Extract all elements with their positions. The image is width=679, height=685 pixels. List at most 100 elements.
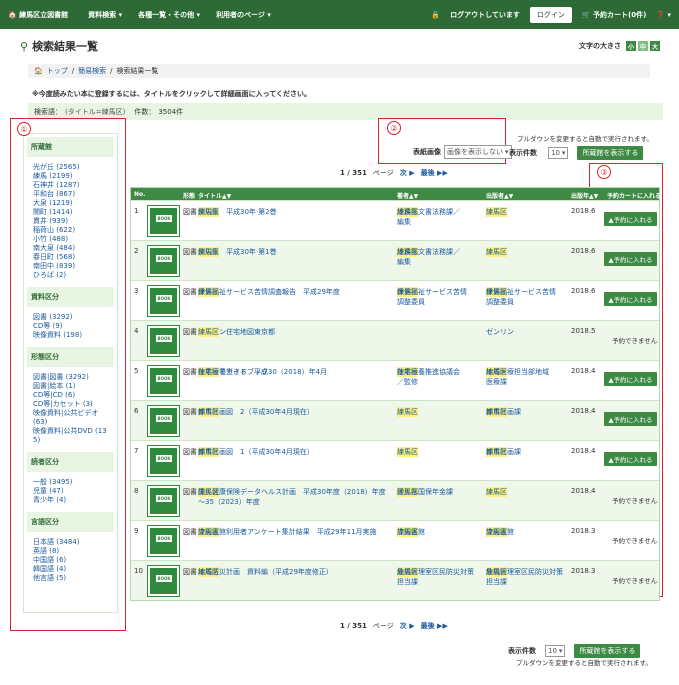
font-size-medium-button[interactable]: 中 — [638, 41, 648, 51]
title-text: 保健福祉サービス苦情調査報告 平成29年度 — [198, 288, 340, 296]
home-icon: 🏠 — [34, 67, 43, 75]
font-size-label: 文字の大きさ — [579, 42, 621, 50]
font-size-large-button[interactable]: 大 — [650, 41, 660, 51]
material-form: 図書 — [183, 408, 197, 416]
pulldown-note-bottom: プルダウンを変更すると自動で実行されます。 — [516, 659, 652, 667]
cover-image-select[interactable]: 画像を表示しない ▾ — [444, 145, 512, 159]
table-row: 3 BOOK 図書 練馬区 保健福祉サービス苦情調査報告 平成29年度 練馬区 保健福祉… — [131, 280, 659, 320]
font-size-small-button[interactable]: 小 — [626, 41, 636, 51]
author-text: 区民部国保年金課 — [397, 488, 453, 496]
display-count-select[interactable]: 10 ▾ — [545, 645, 566, 657]
chevron-down-icon: ▾ — [505, 148, 509, 156]
title-text: 都市計画図 1（平成30年4月現在） — [198, 448, 314, 456]
show-holdings-button[interactable]: 所蔵館を表示する — [574, 644, 641, 658]
last-page-link[interactable]: 最後 ▶▶ — [421, 168, 448, 178]
chevron-down-icon: ▾ — [558, 647, 563, 655]
book-cover-label: BOOK — [156, 335, 172, 342]
publication-year: 2018.6 — [571, 207, 596, 215]
publication-year: 2018.4 — [571, 407, 596, 415]
not-reservable-label: 予約できません — [612, 337, 658, 345]
publisher-text: 保健福祉サービス苦情 — [486, 288, 556, 296]
add-to-reserve-button[interactable]: ▲予約に入れる — [604, 412, 657, 426]
author-text: 在宅療養推進協議会 — [397, 368, 460, 376]
next-page-link[interactable]: 次 ▶ — [400, 621, 415, 631]
table-row: 2 BOOK 図書 練馬区 例規集 平成30年 第1巻 練馬区 総務部文書法務課／ 編集練… — [131, 240, 659, 280]
display-count-label: 表示件数 — [508, 647, 536, 655]
breadcrumb-simple-search[interactable]: 簡易検索 — [78, 66, 106, 76]
row-number: 5 — [134, 367, 139, 375]
book-cover-image: BOOK — [147, 285, 180, 317]
breadcrumb-top[interactable]: トップ — [47, 66, 68, 76]
publisher-second-line: 医療課 — [486, 378, 507, 386]
help-menu[interactable]: ❓ ▾ — [656, 11, 671, 19]
row-number: 8 — [134, 487, 139, 495]
publication-year: 2018.4 — [571, 447, 596, 455]
material-form: 図書 — [183, 568, 197, 576]
author-text: 保健福祉サービス苦情 — [397, 288, 467, 296]
row-number: 1 — [134, 207, 139, 215]
author-text: 危機管理室区民防災対策 — [397, 568, 474, 576]
row-number: 7 — [134, 447, 139, 455]
title-text: 国民健康保険データヘルス計画 平成30年度（2018）年度 — [198, 488, 386, 496]
not-reservable-label: 予約できません — [612, 497, 658, 505]
favorites-notice: ※今度読みたい本に登録するには、タイトルをクリックして詳細画面に入ってください。 — [32, 90, 312, 98]
author-highlight: 練馬区 — [397, 407, 418, 417]
table-row: 4 BOOK 図書 ゼンリン住宅地図東京都 練馬区 ゼンリン 2018.5 予約できません — [131, 320, 659, 360]
last-page-link[interactable]: 最後 ▶▶ — [421, 621, 448, 631]
publisher-second-line: 調整委員 — [486, 298, 514, 306]
pager-bottom: 1 / 351 ページ 次 ▶ 最後 ▶▶ — [340, 621, 448, 631]
next-page-link[interactable]: 次 ▶ — [400, 168, 415, 178]
author-text: 総務部文書法務課／ — [397, 208, 460, 216]
table-row: 10 BOOK 図書 練馬区 地域防災計画 資料編（平成29年度修正） 練馬区 危機管理… — [131, 560, 659, 600]
book-cover-label: BOOK — [156, 215, 172, 222]
count-label: 件数： — [134, 107, 156, 116]
not-reservable-label: 予約できません — [612, 537, 658, 545]
display-count-select[interactable]: 10 ▾ — [548, 147, 569, 159]
table-header: No. 形態 タイトル▲▼ 著者▲▼ 出版者▲▼ 出版年▲▼ 予約カートに入れる — [131, 188, 661, 200]
nav-user-menu[interactable]: 利用者のページ ▾ — [216, 10, 271, 20]
show-holdings-button[interactable]: 所蔵館を表示する — [577, 146, 644, 160]
title-text: 例規集 平成30年 第1巻 — [198, 248, 277, 256]
add-to-reserve-button[interactable]: ▲予約に入れる — [604, 252, 657, 266]
chevron-down-icon: ▾ — [561, 149, 566, 157]
author-text: 立図書館 — [397, 528, 425, 536]
row-number: 6 — [134, 407, 139, 415]
cart-link[interactable]: 🛒 予約カート(0件) — [582, 10, 646, 20]
add-to-reserve-button[interactable]: ▲予約に入れる — [604, 372, 657, 386]
table-row: 8 BOOK 図書 練馬区 国民健康保険データヘルス計画 平成30年度（2018）年度… — [131, 480, 659, 520]
material-form: 図書 — [183, 208, 197, 216]
material-form: 図書 — [183, 488, 197, 496]
cover-image-control: 表紙画像 画像を表示しない ▾ — [413, 145, 512, 159]
publication-year: 2018.6 — [571, 247, 596, 255]
annotation-box-1 — [10, 118, 126, 631]
publisher-highlight: 練馬区 — [486, 487, 507, 497]
title-text: 都市計画図 2（平成30年4月現在） — [198, 408, 314, 416]
nav-search-menu[interactable]: 資料検索 ▾ — [88, 10, 122, 20]
pulldown-note-top: プルダウンを変更すると自動で実行されます。 — [517, 135, 653, 143]
display-count-control: 表示件数 10 ▾ 所蔵館を表示する — [509, 146, 644, 160]
nav-lists-menu[interactable]: 各種一覧・その他 ▾ — [138, 10, 200, 20]
login-button[interactable]: ログイン — [529, 6, 572, 23]
col-title-sort[interactable]: タイトル▲▼ — [198, 191, 231, 200]
col-year-sort[interactable]: 出版年▲▼ — [571, 191, 598, 200]
add-to-reserve-button[interactable]: ▲予約に入れる — [604, 292, 657, 306]
book-cover-label: BOOK — [156, 255, 172, 262]
display-count-label: 表示件数 — [509, 149, 537, 157]
book-cover-label: BOOK — [156, 375, 172, 382]
annotation-number-1: ① — [17, 122, 31, 136]
publisher-text: ゼンリン — [486, 328, 514, 336]
add-to-reserve-button[interactable]: ▲予約に入れる — [604, 212, 657, 226]
page-suffix: ページ — [372, 169, 394, 177]
col-author-sort[interactable]: 著者▲▼ — [397, 191, 418, 200]
book-cover-image: BOOK — [147, 325, 180, 357]
top-navigation-bar: 🏠 練馬区立図書館 資料検索 ▾ 各種一覧・その他 ▾ 利用者のページ ▾ 🔒 … — [0, 0, 679, 29]
publication-year: 2018.3 — [571, 527, 596, 535]
add-to-reserve-button[interactable]: ▲予約に入れる — [604, 452, 657, 466]
publisher-highlight: 練馬区 — [486, 247, 507, 257]
table-row: 1 BOOK 図書 練馬区 例規集 平成30年 第2巻 練馬区 総務部文書法務課／ 編集練… — [131, 200, 659, 240]
font-size-switcher: 文字の大きさ 小 中 大 — [579, 41, 660, 51]
publisher-text: 都市計画課 — [486, 448, 521, 456]
site-home-link[interactable]: 🏠 練馬区立図書館 — [8, 10, 68, 20]
col-publisher-sort[interactable]: 出版者▲▼ — [486, 191, 513, 200]
search-icon: ⚲ — [20, 39, 29, 53]
